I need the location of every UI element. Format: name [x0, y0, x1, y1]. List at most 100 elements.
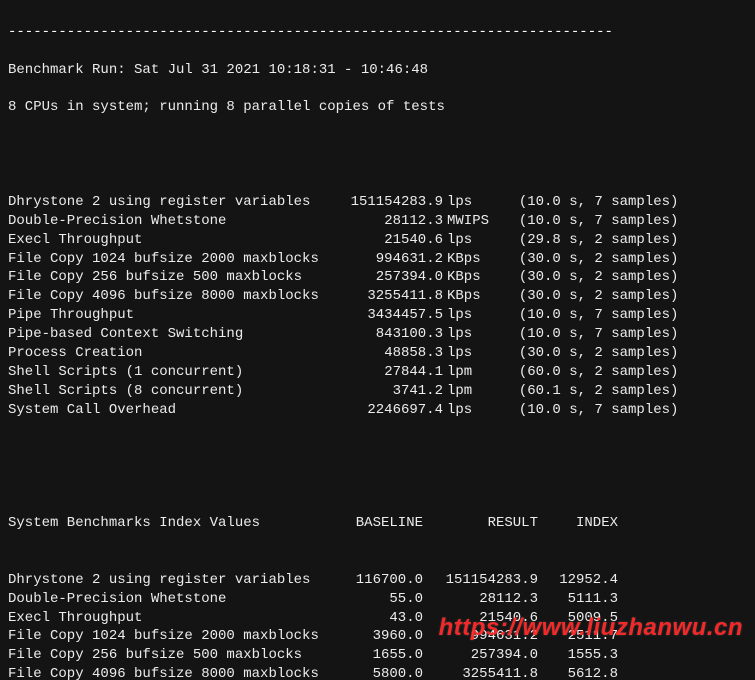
test-unit: KBps [443, 287, 502, 306]
test-row: File Copy 256 bufsize 500 maxblocks25739… [8, 268, 747, 287]
test-note: (29.8 s, 2 samples) [519, 231, 679, 250]
blank-line [8, 136, 747, 155]
divider-line: ----------------------------------------… [8, 23, 747, 42]
test-name: File Copy 256 bufsize 500 maxblocks [8, 268, 328, 287]
index-result: 994631.2 [423, 627, 538, 646]
blank-line [8, 457, 747, 476]
index-baseline: 43.0 [328, 609, 423, 628]
test-name: File Copy 1024 bufsize 2000 maxblocks [8, 250, 328, 269]
test-name: System Call Overhead [8, 401, 328, 420]
test-row: Shell Scripts (1 concurrent)27844.1lpm (… [8, 363, 747, 382]
index-test-name: File Copy 4096 bufsize 8000 maxblocks [8, 665, 328, 680]
index-baseline: 116700.0 [328, 571, 423, 590]
index-result: 21540.6 [423, 609, 538, 628]
index-test-name: File Copy 256 bufsize 500 maxblocks [8, 646, 328, 665]
test-unit: lps [443, 344, 502, 363]
index-test-name: Dhrystone 2 using register variables [8, 571, 328, 590]
index-header-title: System Benchmarks Index Values [8, 514, 328, 533]
test-results-block: Dhrystone 2 using register variables1511… [8, 193, 747, 420]
index-result: 28112.3 [423, 590, 538, 609]
test-unit: lps [443, 325, 502, 344]
test-unit: MWIPS [443, 212, 502, 231]
test-unit: lps [443, 401, 502, 420]
test-note: (10.0 s, 7 samples) [519, 306, 679, 325]
test-name: Execl Throughput [8, 231, 328, 250]
index-row: File Copy 1024 bufsize 2000 maxblocks396… [8, 627, 747, 646]
index-value: 1555.3 [538, 646, 618, 665]
test-row: Pipe-based Context Switching843100.3lps … [8, 325, 747, 344]
test-name: Process Creation [8, 344, 328, 363]
cpu-info-line: 8 CPUs in system; running 8 parallel cop… [8, 98, 747, 117]
index-value: 5612.8 [538, 665, 618, 680]
test-row: File Copy 1024 bufsize 2000 maxblocks994… [8, 250, 747, 269]
test-name: Double-Precision Whetstone [8, 212, 328, 231]
index-row: Execl Throughput43.021540.65009.5 [8, 609, 747, 628]
test-value: 151154283.9 [328, 193, 443, 212]
test-note: (60.0 s, 2 samples) [519, 363, 679, 382]
test-value: 994631.2 [328, 250, 443, 269]
index-baseline: 5800.0 [328, 665, 423, 680]
test-note: (30.0 s, 2 samples) [519, 268, 679, 287]
index-value: 2511.7 [538, 627, 618, 646]
index-header-index: INDEX [538, 514, 618, 533]
benchmark-run-line: Benchmark Run: Sat Jul 31 2021 10:18:31 … [8, 61, 747, 80]
index-row: File Copy 256 bufsize 500 maxblocks1655.… [8, 646, 747, 665]
index-header-result: RESULT [423, 514, 538, 533]
test-value: 3434457.5 [328, 306, 443, 325]
test-unit: lpm [443, 382, 502, 401]
test-value: 2246697.4 [328, 401, 443, 420]
test-unit: KBps [443, 250, 502, 269]
index-header-row: System Benchmarks Index ValuesBASELINERE… [8, 514, 747, 533]
test-name: Pipe-based Context Switching [8, 325, 328, 344]
index-value: 12952.4 [538, 571, 618, 590]
index-baseline: 3960.0 [328, 627, 423, 646]
test-unit: KBps [443, 268, 502, 287]
test-note: (30.0 s, 2 samples) [519, 287, 679, 306]
test-value: 843100.3 [328, 325, 443, 344]
test-row: Double-Precision Whetstone28112.3MWIPS (… [8, 212, 747, 231]
test-unit: lps [443, 231, 502, 250]
test-note: (10.0 s, 7 samples) [519, 401, 679, 420]
test-note: (10.0 s, 7 samples) [519, 212, 679, 231]
test-row: Execl Throughput21540.6lps (29.8 s, 2 sa… [8, 231, 747, 250]
test-value: 27844.1 [328, 363, 443, 382]
index-value: 5111.3 [538, 590, 618, 609]
test-name: Shell Scripts (1 concurrent) [8, 363, 328, 382]
test-name: File Copy 4096 bufsize 8000 maxblocks [8, 287, 328, 306]
test-row: Pipe Throughput3434457.5lps (10.0 s, 7 s… [8, 306, 747, 325]
index-table-block: Dhrystone 2 using register variables1167… [8, 571, 747, 680]
index-result: 151154283.9 [423, 571, 538, 590]
test-note: (10.0 s, 7 samples) [519, 193, 679, 212]
index-row: File Copy 4096 bufsize 8000 maxblocks580… [8, 665, 747, 680]
test-value: 257394.0 [328, 268, 443, 287]
index-row: Dhrystone 2 using register variables1167… [8, 571, 747, 590]
test-value: 48858.3 [328, 344, 443, 363]
test-note: (60.1 s, 2 samples) [519, 382, 679, 401]
test-note: (30.0 s, 2 samples) [519, 250, 679, 269]
test-value: 21540.6 [328, 231, 443, 250]
test-unit: lps [443, 306, 502, 325]
test-row: System Call Overhead2246697.4lps (10.0 s… [8, 401, 747, 420]
test-value: 3741.2 [328, 382, 443, 401]
index-test-name: Execl Throughput [8, 609, 328, 628]
test-unit: lps [443, 193, 502, 212]
test-name: Shell Scripts (8 concurrent) [8, 382, 328, 401]
test-row: File Copy 4096 bufsize 8000 maxblocks325… [8, 287, 747, 306]
index-result: 3255411.8 [423, 665, 538, 680]
test-value: 28112.3 [328, 212, 443, 231]
test-note: (10.0 s, 7 samples) [519, 325, 679, 344]
test-value: 3255411.8 [328, 287, 443, 306]
index-value: 5009.5 [538, 609, 618, 628]
index-header-baseline: BASELINE [328, 514, 423, 533]
terminal-output: ----------------------------------------… [0, 0, 755, 680]
test-row: Process Creation48858.3lps (30.0 s, 2 sa… [8, 344, 747, 363]
index-baseline: 1655.0 [328, 646, 423, 665]
test-name: Pipe Throughput [8, 306, 328, 325]
test-unit: lpm [443, 363, 502, 382]
test-name: Dhrystone 2 using register variables [8, 193, 328, 212]
test-note: (30.0 s, 2 samples) [519, 344, 679, 363]
test-row: Shell Scripts (8 concurrent)3741.2lpm (6… [8, 382, 747, 401]
index-test-name: File Copy 1024 bufsize 2000 maxblocks [8, 627, 328, 646]
index-test-name: Double-Precision Whetstone [8, 590, 328, 609]
index-row: Double-Precision Whetstone55.028112.3511… [8, 590, 747, 609]
